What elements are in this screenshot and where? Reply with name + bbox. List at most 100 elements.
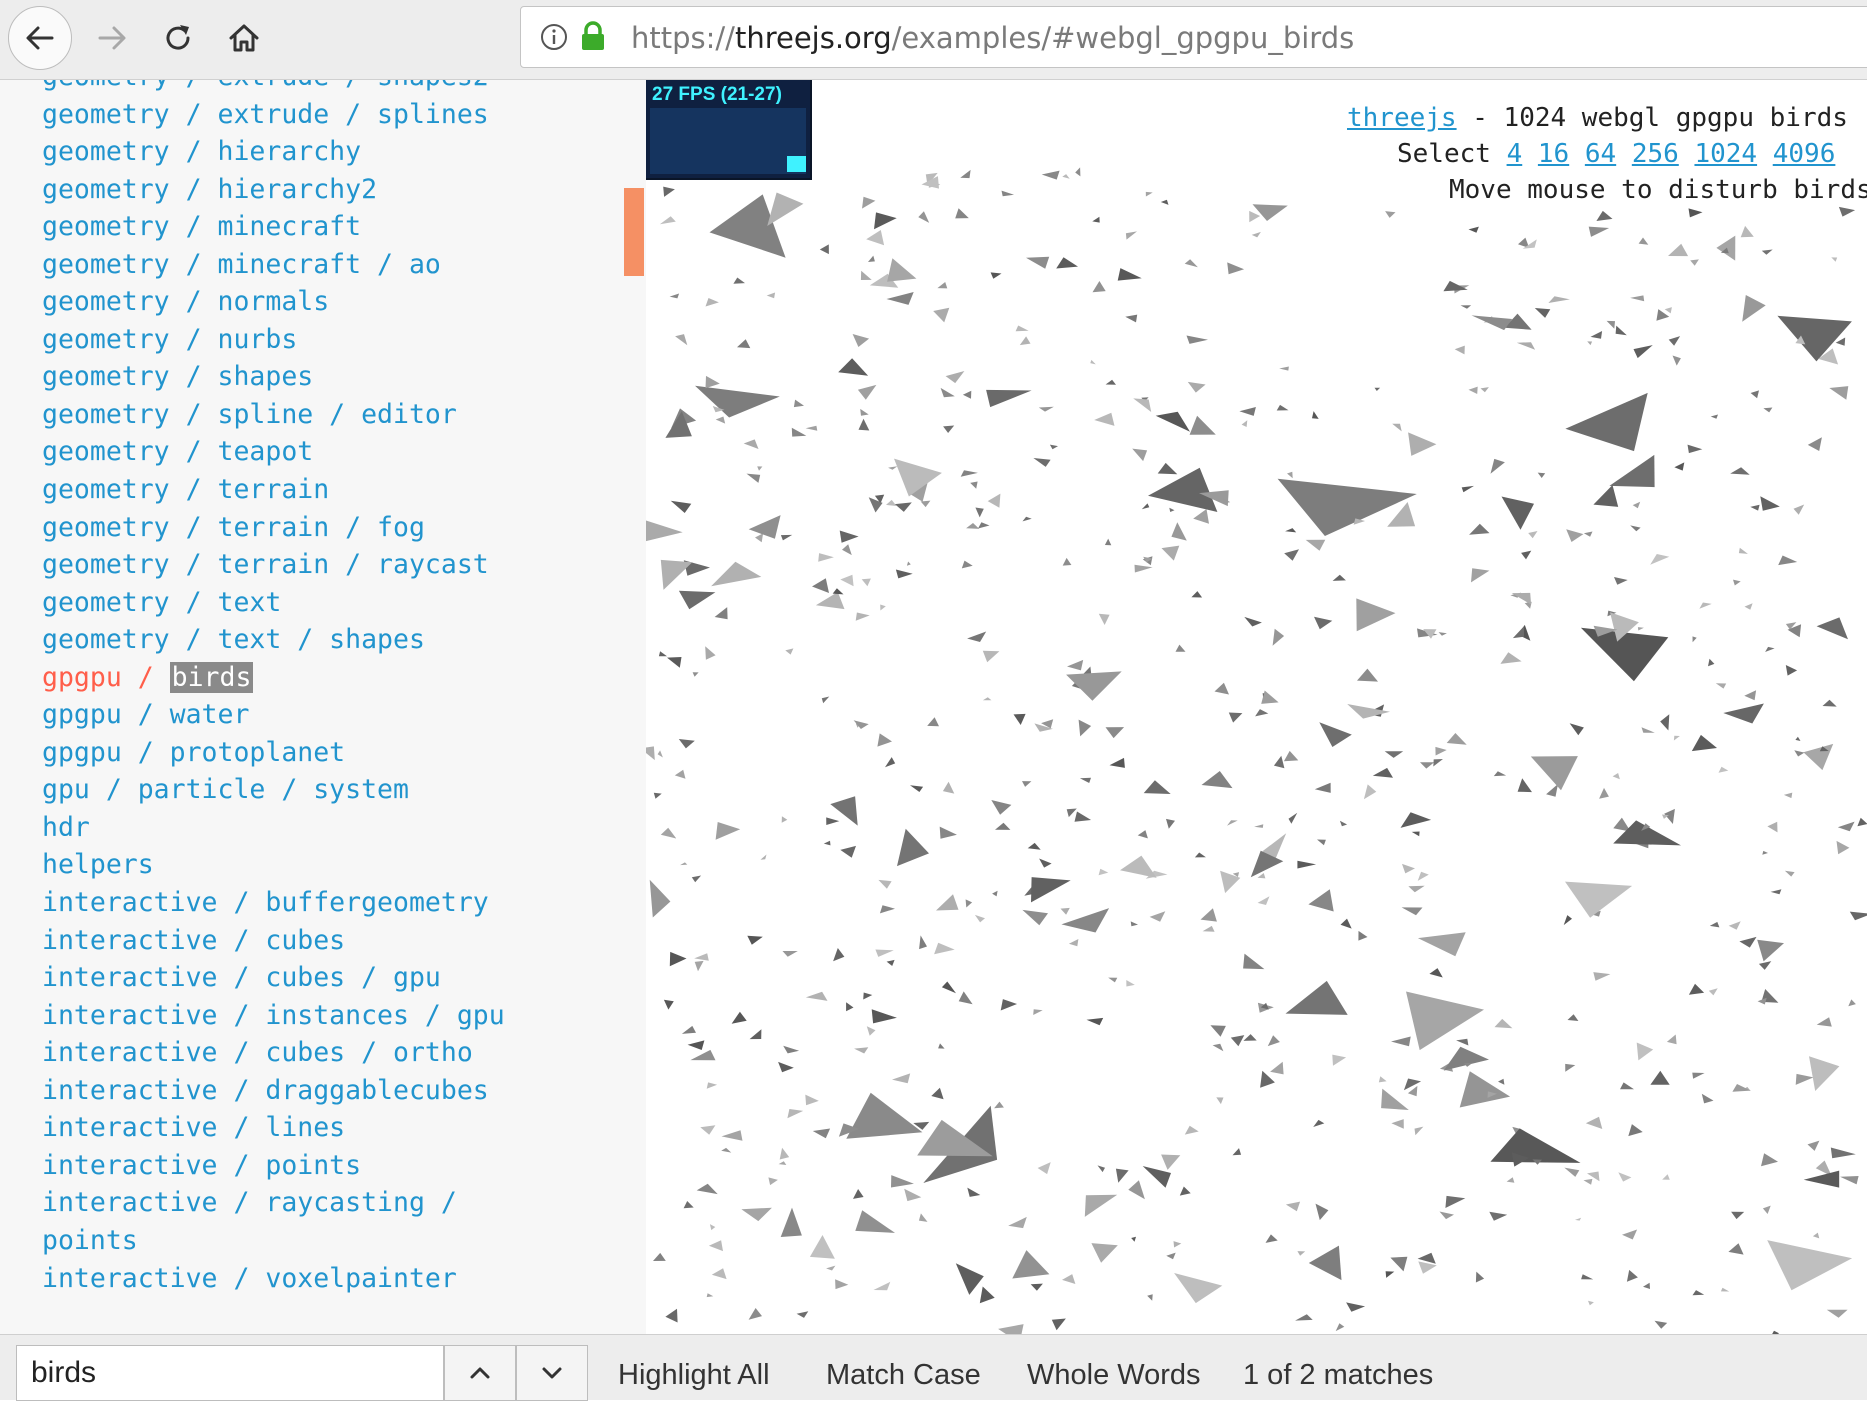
bird: [1084, 1194, 1118, 1217]
bird: [866, 230, 885, 246]
sidebar-item[interactable]: interactive / raycasting /: [42, 1184, 505, 1222]
bird: [1033, 458, 1051, 467]
sidebar-item[interactable]: interactive / draggablecubes: [42, 1072, 505, 1110]
sidebar-item[interactable]: geometry / nurbs: [42, 321, 505, 359]
bird: [940, 387, 955, 398]
info-icon[interactable]: [539, 22, 569, 52]
sidebar-item[interactable]: interactive / cubes / gpu: [42, 959, 505, 997]
url-prefix: https://: [631, 21, 735, 55]
bird: [839, 530, 859, 543]
bird: [886, 292, 914, 305]
bird-count-link[interactable]: 16: [1538, 139, 1569, 169]
sidebar-item[interactable]: geometry / teapot: [42, 433, 505, 471]
bird: [683, 1201, 694, 1209]
bird: [663, 186, 675, 197]
bird: [667, 657, 682, 668]
threejs-link[interactable]: threejs: [1347, 103, 1457, 133]
bird: [1265, 1234, 1278, 1243]
stats-panel[interactable]: 27 FPS (21-27): [646, 80, 812, 180]
bird-count-link[interactable]: 256: [1632, 139, 1679, 169]
whole-words-toggle[interactable]: Whole Words: [1027, 1359, 1201, 1392]
back-button[interactable]: [8, 6, 72, 70]
sidebar-item[interactable]: gpgpu / protoplanet: [42, 734, 505, 772]
sidebar-item[interactable]: geometry / normals: [42, 283, 505, 321]
sidebar-item[interactable]: geometry / hierarchy2: [42, 171, 505, 209]
bird-count-link[interactable]: 64: [1585, 139, 1616, 169]
sidebar-item[interactable]: interactive / instances / gpu: [42, 997, 505, 1035]
bird: [855, 612, 870, 621]
bird: [1027, 842, 1041, 850]
sidebar-item[interactable]: interactive / lines: [42, 1109, 505, 1147]
url-text[interactable]: https://threejs.org/examples/#webgl_gpgp…: [631, 21, 1354, 55]
sidebar-item[interactable]: geometry / terrain / fog: [42, 509, 505, 547]
bird: [970, 481, 978, 489]
webgl-scene[interactable]: 27 FPS (21-27) threejs - 1024 webgl gpgp…: [646, 80, 1867, 1334]
fps-readout: 27 FPS (21-27): [652, 84, 782, 105]
bird: [1210, 1025, 1226, 1037]
sidebar-item[interactable]: geometry / minecraft / ao: [42, 246, 505, 284]
bird: [1609, 454, 1655, 488]
bird: [1193, 509, 1209, 524]
bird: [1092, 216, 1100, 223]
sidebar-item[interactable]: geometry / hierarchy: [42, 133, 505, 171]
bird: [998, 1324, 1024, 1334]
sidebar-item[interactable]: interactive / buffergeometry: [42, 884, 505, 922]
home-button[interactable]: [212, 6, 276, 70]
sidebar-item[interactable]: geometry / terrain: [42, 471, 505, 509]
sidebar-item[interactable]: geometry / text: [42, 584, 505, 622]
find-input[interactable]: [16, 1345, 444, 1401]
bird: [1019, 336, 1031, 346]
forward-button[interactable]: [80, 6, 144, 70]
sidebar-item[interactable]: interactive / voxelpainter: [42, 1260, 505, 1298]
sidebar-item[interactable]: gpu / particle / system: [42, 771, 505, 809]
bird: [1836, 840, 1850, 855]
bird: [1401, 907, 1423, 916]
bird: [1179, 1186, 1191, 1196]
sidebar-item[interactable]: interactive / cubes: [42, 922, 505, 960]
bird: [832, 588, 844, 595]
bird-count-link[interactable]: 1024: [1694, 139, 1757, 169]
reload-button[interactable]: [146, 6, 210, 70]
bird: [1511, 592, 1532, 605]
bird-count-link[interactable]: 4: [1507, 139, 1523, 169]
sidebar-item[interactable]: gpgpu / birds: [42, 659, 505, 697]
sidebar-item[interactable]: interactive / points: [42, 1147, 505, 1185]
bird: [840, 845, 856, 858]
sidebar-item[interactable]: helpers: [42, 846, 505, 884]
bird: [1489, 1211, 1508, 1221]
url-bar[interactable]: https://threejs.org/examples/#webgl_gpgp…: [520, 6, 1867, 68]
bird: [982, 650, 1000, 663]
find-next-button[interactable]: [516, 1345, 588, 1401]
url-path: /examples/#webgl_gpgpu_birds: [891, 21, 1355, 55]
sidebar-item[interactable]: geometry / spline / editor: [42, 396, 505, 434]
sidebar-item[interactable]: geometry / extrude / shapes2: [42, 80, 505, 96]
sidebar-item[interactable]: geometry / extrude / splines: [42, 96, 505, 134]
sidebar-item[interactable]: gpgpu / water: [42, 696, 505, 734]
sidebar-item[interactable]: hdr: [42, 809, 505, 847]
sidebar-item[interactable]: geometry / shapes: [42, 358, 505, 396]
sidebar-item[interactable]: points: [42, 1222, 505, 1260]
highlight-all-toggle[interactable]: Highlight All: [618, 1359, 770, 1392]
sidebar-item[interactable]: interactive / cubes / ortho: [42, 1034, 505, 1072]
sidebar-scroll-indicator[interactable]: [624, 188, 644, 276]
match-case-toggle[interactable]: Match Case: [826, 1359, 981, 1392]
bird: [1761, 1153, 1778, 1167]
bird: [1650, 554, 1670, 565]
bird-count-link[interactable]: 4096: [1773, 139, 1836, 169]
lock-icon[interactable]: [579, 20, 607, 52]
bird: [1090, 359, 1096, 365]
sidebar-item[interactable]: geometry / terrain / raycast: [42, 546, 505, 584]
bird: [1588, 226, 1610, 237]
sidebar-item-label: geometry / terrain / raycast: [42, 549, 489, 581]
bird: [715, 822, 741, 840]
sidebar-item[interactable]: geometry / text / shapes: [42, 621, 505, 659]
bird: [920, 500, 931, 508]
bird: [1252, 204, 1288, 221]
bird: [897, 828, 929, 867]
bird: [665, 1308, 678, 1323]
bird: [1615, 325, 1627, 336]
find-previous-button[interactable]: [444, 1345, 516, 1401]
sidebar-item[interactable]: geometry / minecraft: [42, 208, 505, 246]
sidebar-item-label: gpgpu /: [42, 661, 170, 693]
bird-flock-canvas[interactable]: [646, 80, 1867, 1334]
